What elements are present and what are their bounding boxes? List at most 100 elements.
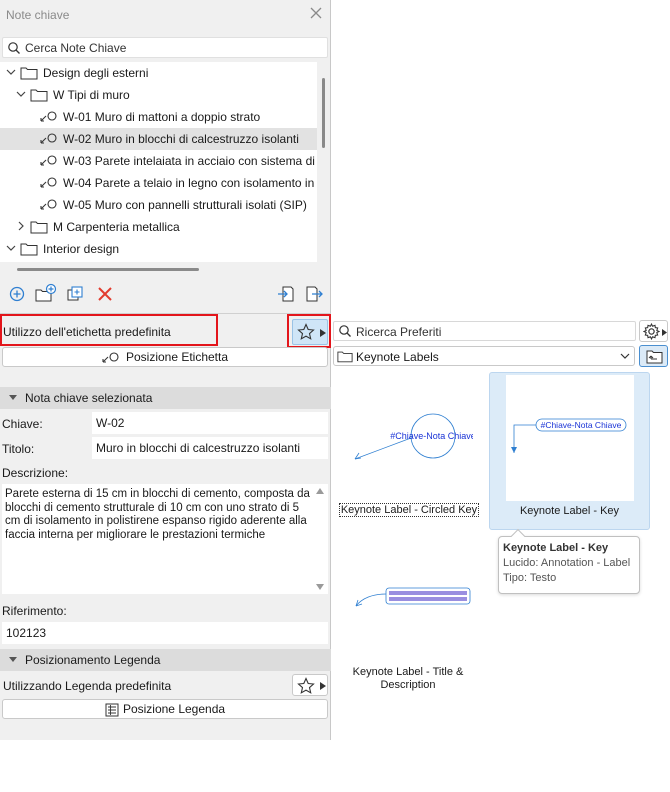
favorite-item-label: Keynote Label - Title & Description [352,666,464,691]
thumbnail-frame: #Chiave-Nota Chiave [506,375,634,501]
tree-item-label: W-02 Muro in blocchi di calcestruzzo iso… [63,132,299,146]
chevron-down-icon [620,353,630,359]
close-icon[interactable] [309,6,323,20]
search-icon [8,42,20,54]
selected-note-header[interactable]: Nota chiave selezionata [0,387,331,409]
tree-item-label: Interior design [43,242,120,256]
tooltip-type: Tipo: Testo [503,572,557,584]
section-title: Nota chiave selezionata [25,391,153,405]
folder-icon [30,89,48,102]
gear-icon [643,323,660,340]
title-label: Titolo: [2,442,35,456]
delete-icon[interactable] [96,285,114,303]
favorite-item-circled-key[interactable]: #Chiave-Nota Chiave Keynote Label - Circ… [333,374,483,524]
keynote-palette: Note chiave Cerca Note Chiave Design deg… [0,0,331,740]
favorite-item-label: Keynote Label - Circled Key [339,503,479,517]
favorites-folder-select[interactable]: Keynote Labels [333,346,635,366]
description-text: Parete esterna di 15 cm in blocchi di ce… [5,488,310,541]
circled-key-thumbnail: #Chiave-Nota Chiave [354,413,473,460]
keynote-icon [40,111,57,122]
tooltip-layer: Lucido: Annotation - Label [503,557,631,569]
duplicate-icon[interactable] [66,285,84,303]
tree-item-label: W Tipi di muro [53,88,130,102]
tree-item-label: W-03 Parete intelaiata in acciaio con si… [63,154,317,168]
reference-field[interactable]: 102123 [2,622,328,644]
highlight-box [0,314,218,346]
keynote-icon [40,199,57,210]
scroll-down-arrow[interactable] [316,584,324,590]
search-icon [339,325,351,337]
chevron-down-icon[interactable] [15,88,27,100]
thumb-text: #Chiave-Nota Chiave [541,420,622,430]
triangle-right-icon [320,682,326,690]
folder-icon [20,67,38,80]
legend-usage-text: Utilizzando Legenda predefinita [3,679,172,693]
legend-favorites-button[interactable] [292,674,328,696]
tree-item-label: M Carpenteria metallica [53,220,180,234]
folder-name: Keynote Labels [356,350,439,364]
keynote-icon [40,133,57,144]
keynote-tree: Design degli esterni W Tipi di muro W-01… [0,62,317,262]
folder-icon [20,243,38,256]
keynote-search-input[interactable]: Cerca Note Chiave [2,37,328,58]
title-description-thumbnail [355,587,471,607]
folder-icon [337,351,353,363]
chevron-right-icon[interactable] [15,220,27,232]
tree-item-design-esterni[interactable]: Design degli esterni [0,62,317,84]
label-position-text: Posizione Etichetta [125,350,229,364]
description-label: Descrizione: [2,466,69,480]
chevron-down-icon[interactable] [5,242,17,254]
tree-item-carpenteria[interactable]: M Carpenteria metallica [0,216,317,238]
tree-item-label: W-04 Parete a telaio in legno con isolam… [63,176,317,190]
reference-label: Riferimento: [2,604,67,618]
key-thumbnail: #Chiave-Nota Chiave [511,418,627,453]
favorite-item-title-description[interactable]: Keynote Label - Title & Description [333,584,483,694]
settings-button[interactable] [639,320,668,342]
tree-item-label: Design degli esterni [43,66,149,80]
thumb-text: #Chiave-Nota Chiave [390,431,473,441]
chevron-down-icon[interactable] [5,66,17,78]
tree-item-w04[interactable]: W-04 Parete a telaio in legno con isolam… [0,172,317,194]
legend-position-button[interactable]: Posizione Legenda [2,699,328,719]
scroll-up-arrow[interactable] [316,488,324,494]
tree-vertical-scrollbar[interactable] [322,78,325,148]
key-field[interactable]: W-02 [92,412,328,434]
palette-titlebar: Note chiave [0,0,331,32]
tooltip-title: Keynote Label - Key [503,542,609,554]
tree-item-w02[interactable]: W-02 Muro in blocchi di calcestruzzo iso… [0,128,317,150]
export-icon[interactable] [305,285,323,303]
description-field[interactable]: Parete esterna di 15 cm in blocchi di ce… [2,484,328,594]
collapse-triangle-icon [9,395,17,400]
folder-icon [30,221,48,234]
folder-up-button[interactable] [639,345,668,367]
favorites-search-input[interactable]: Ricerca Preferiti [333,321,636,341]
highlight-box [287,314,331,348]
section-title: Posizionamento Legenda [25,653,161,667]
keynote-icon [40,155,57,166]
tree-item-tipi-muro[interactable]: W Tipi di muro [0,84,317,106]
tree-horizontal-scrollbar[interactable] [17,268,199,271]
import-icon[interactable] [277,285,295,303]
add-icon[interactable] [8,285,26,303]
legend-icon [105,703,119,717]
search-placeholder: Ricerca Preferiti [356,325,442,339]
legend-placement-header[interactable]: Posizionamento Legenda [0,649,331,671]
tree-item-w03[interactable]: W-03 Parete intelaiata in acciaio con si… [0,150,317,172]
label-position-button[interactable]: Posizione Etichetta [2,347,328,367]
key-label: Chiave: [2,417,43,431]
favorite-item-label: Keynote Label - Key [519,505,620,517]
tree-item-w01[interactable]: W-01 Muro di mattoni a doppio strato [0,106,317,128]
palette-title: Note chiave [6,8,70,22]
favorite-item-key[interactable]: #Chiave-Nota Chiave Keynote Label - Key [489,372,650,530]
keynote-icon [102,352,119,363]
title-field[interactable]: Muro in blocchi di calcestruzzo isolanti [92,437,328,459]
star-icon [297,677,315,694]
keynote-icon [40,177,57,188]
legend-position-text: Posizione Legenda [122,702,226,716]
search-placeholder: Cerca Note Chiave [25,41,127,55]
collapse-triangle-icon [9,657,17,662]
tree-item-interior[interactable]: Interior design [0,238,317,260]
triangle-right-icon [662,329,667,336]
new-folder-icon[interactable] [35,283,57,303]
tree-item-w05[interactable]: W-05 Muro con pannelli strutturali isola… [0,194,317,216]
